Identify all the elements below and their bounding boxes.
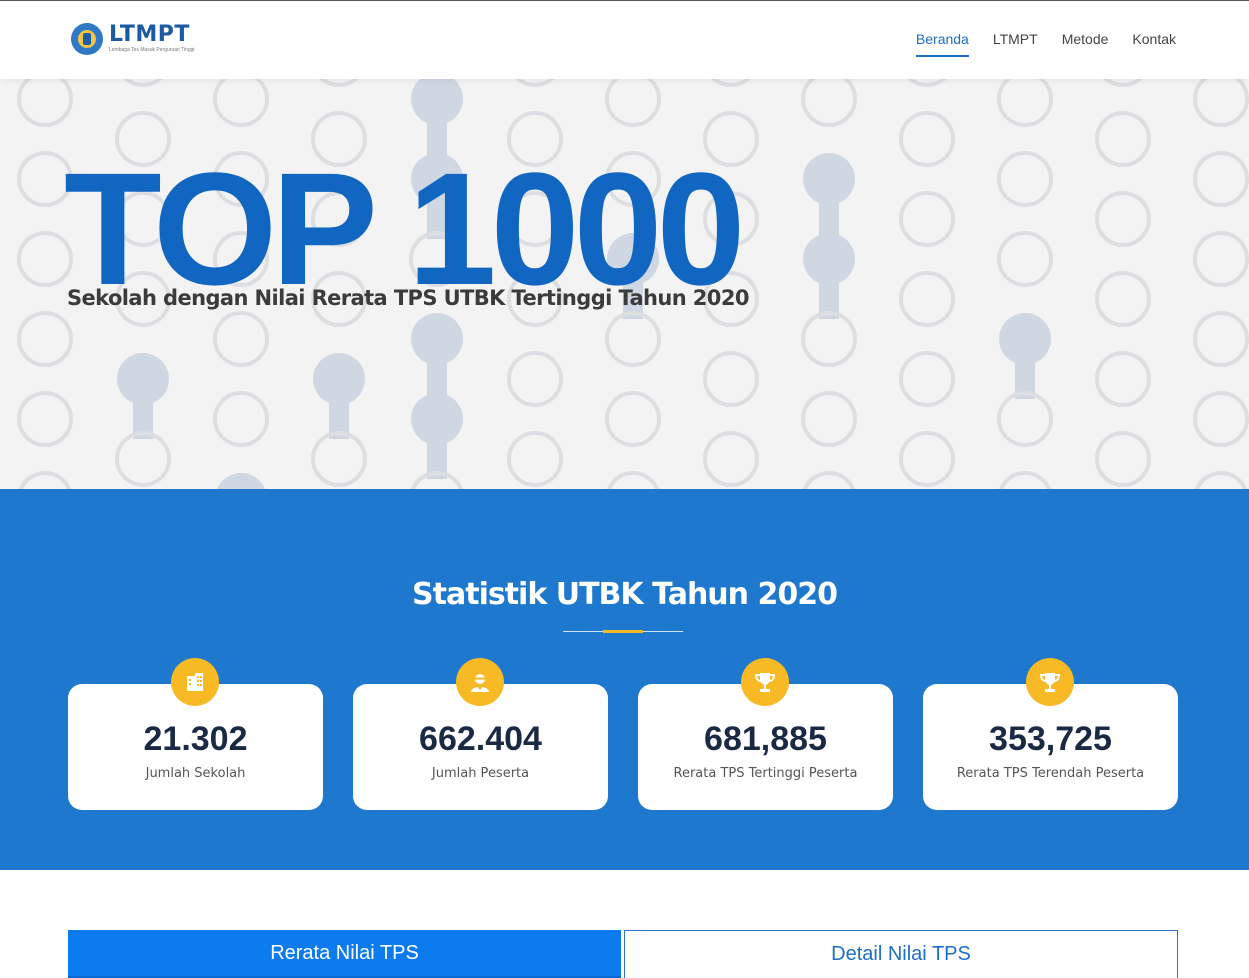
emblem-icon [71,23,103,55]
top-navigation-bar: LTMPT Lembaga Tes Masuk Perguruan Tinggi… [0,0,1249,79]
stat-label: Jumlah Peserta [431,766,530,781]
stat-card-jumlah-sekolah: 21.302 Jumlah Sekolah [68,658,323,810]
nav-link-beranda[interactable]: Beranda [915,31,969,57]
stat-value: 681,885 [704,720,827,758]
trophy-icon [1026,658,1074,706]
stat-card-jumlah-peserta: 662.404 Jumlah Peserta [353,658,608,810]
brand-name: LTMPT [109,22,190,47]
tps-tabs: Rerata Nilai TPS Detail Nilai TPS [68,930,1178,978]
hero-subtitle: Sekolah dengan Nilai Rerata TPS UTBK Ter… [67,286,749,310]
brand-logo[interactable]: LTMPT Lembaga Tes Masuk Perguruan Tinggi [71,23,195,55]
building-icon [171,658,219,706]
trophy-icon [741,658,789,706]
title-divider-accent [603,630,643,633]
stat-label: Rerata TPS Terendah Peserta [956,766,1145,781]
main-nav: Beranda LTMPT Metode Kontak [892,31,1176,57]
stat-value: 353,725 [989,720,1112,758]
nav-link-ltmpt[interactable]: LTMPT [993,31,1038,57]
hero-banner: TOP 1000 Sekolah dengan Nilai Rerata TPS… [0,79,1249,489]
stat-label: Jumlah Sekolah [145,766,246,781]
hero-title: TOP 1000 [64,139,746,318]
stat-value: 21.302 [143,720,248,758]
stat-card-rerata-tertinggi: 681,885 Rerata TPS Tertinggi Peserta [638,658,893,810]
stat-card-rerata-terendah: 353,725 Rerata TPS Terendah Peserta [923,658,1178,810]
tab-detail-nilai-tps[interactable]: Detail Nilai TPS [624,930,1178,978]
stat-label: Rerata TPS Tertinggi Peserta [673,766,858,781]
nav-link-metode[interactable]: Metode [1062,31,1109,57]
nav-link-kontak[interactable]: Kontak [1132,31,1176,57]
brand-text: LTMPT Lembaga Tes Masuk Perguruan Tinggi [109,24,195,54]
tab-rerata-nilai-tps[interactable]: Rerata Nilai TPS [68,930,621,978]
statistics-section: Statistik UTBK Tahun 2020 21.302 Jumlah … [0,489,1249,870]
student-icon [456,658,504,706]
stat-value: 662.404 [419,720,542,758]
statistics-title: Statistik UTBK Tahun 2020 [412,577,838,612]
brand-subtitle: Lembaga Tes Masuk Perguruan Tinggi [109,47,195,53]
